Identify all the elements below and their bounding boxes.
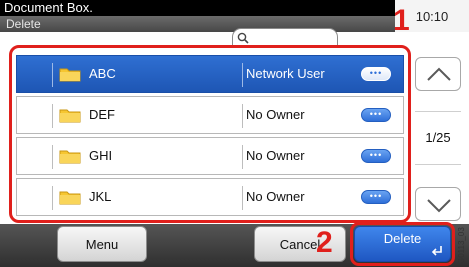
list-row[interactable]: JKL No Owner ••• — [16, 178, 404, 216]
callout-marker-2: 2 — [316, 226, 333, 259]
more-options-button[interactable]: ••• — [361, 108, 391, 122]
more-options-button[interactable]: ••• — [361, 149, 391, 163]
more-options-button[interactable]: ••• — [361, 67, 391, 81]
menu-button[interactable]: Menu — [57, 226, 147, 262]
screen-title: Document Box. — [0, 0, 395, 16]
enter-icon — [431, 246, 442, 256]
row-divider — [52, 186, 53, 210]
list-row[interactable]: GHI No Owner ••• — [16, 137, 404, 175]
more-options-icon: ••• — [369, 68, 383, 78]
scroll-up-button[interactable] — [415, 57, 461, 91]
folder-icon — [59, 68, 81, 82]
more-options-button[interactable]: ••• — [361, 190, 391, 204]
box-owner: No Owner — [246, 189, 305, 204]
row-divider — [242, 63, 243, 87]
figure-code: G0113_03 — [457, 227, 466, 264]
more-options-icon: ••• — [369, 109, 383, 119]
box-owner: No Owner — [246, 148, 305, 163]
row-divider — [52, 63, 53, 87]
search-icon — [237, 32, 249, 44]
box-name: JKL — [89, 189, 112, 204]
folder-icon — [59, 109, 81, 123]
row-divider — [242, 104, 243, 128]
box-owner: Network User — [246, 66, 325, 81]
folder-icon — [59, 150, 81, 164]
row-divider — [52, 145, 53, 169]
more-options-icon: ••• — [369, 150, 383, 160]
callout-marker-1: 1 — [393, 4, 410, 37]
screen-subtitle: Delete — [0, 16, 395, 32]
delete-button-label: Delete — [383, 231, 422, 246]
scroll-down-button[interactable] — [415, 187, 461, 221]
more-options-icon: ••• — [369, 191, 383, 201]
box-name: DEF — [89, 107, 115, 122]
page-indicator: 1/25 — [415, 111, 461, 165]
box-name: GHI — [89, 148, 113, 163]
row-divider — [52, 104, 53, 128]
row-divider — [242, 145, 243, 169]
chevron-up-icon — [427, 67, 451, 81]
box-name: ABC — [89, 66, 116, 81]
search-tab[interactable] — [232, 28, 338, 46]
list-row[interactable]: ABC Network User ••• — [16, 55, 404, 93]
row-divider — [242, 186, 243, 210]
box-owner: No Owner — [246, 107, 305, 122]
delete-button[interactable]: Delete — [354, 226, 451, 262]
folder-icon — [59, 191, 81, 205]
scroll-panel: 1/25 — [415, 55, 461, 223]
document-box-list: ABC Network User ••• DEF No Owner ••• GH… — [9, 45, 411, 223]
list-row[interactable]: DEF No Owner ••• — [16, 96, 404, 134]
